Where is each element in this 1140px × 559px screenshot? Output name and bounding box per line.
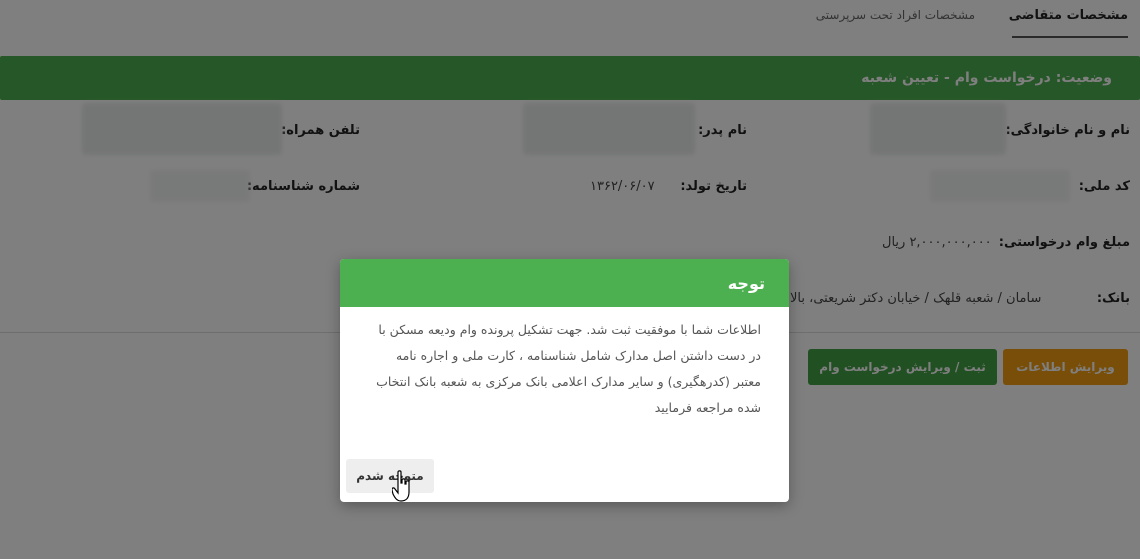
acknowledge-button[interactable]: متوجه شدم [346, 459, 434, 493]
hand-cursor-icon [392, 470, 410, 502]
modal-header: توجه [340, 259, 789, 307]
modal-title: توجه [727, 273, 765, 293]
modal-message: اطلاعات شما با موفقیت ثبت شد. جهت تشکیل … [376, 322, 761, 415]
